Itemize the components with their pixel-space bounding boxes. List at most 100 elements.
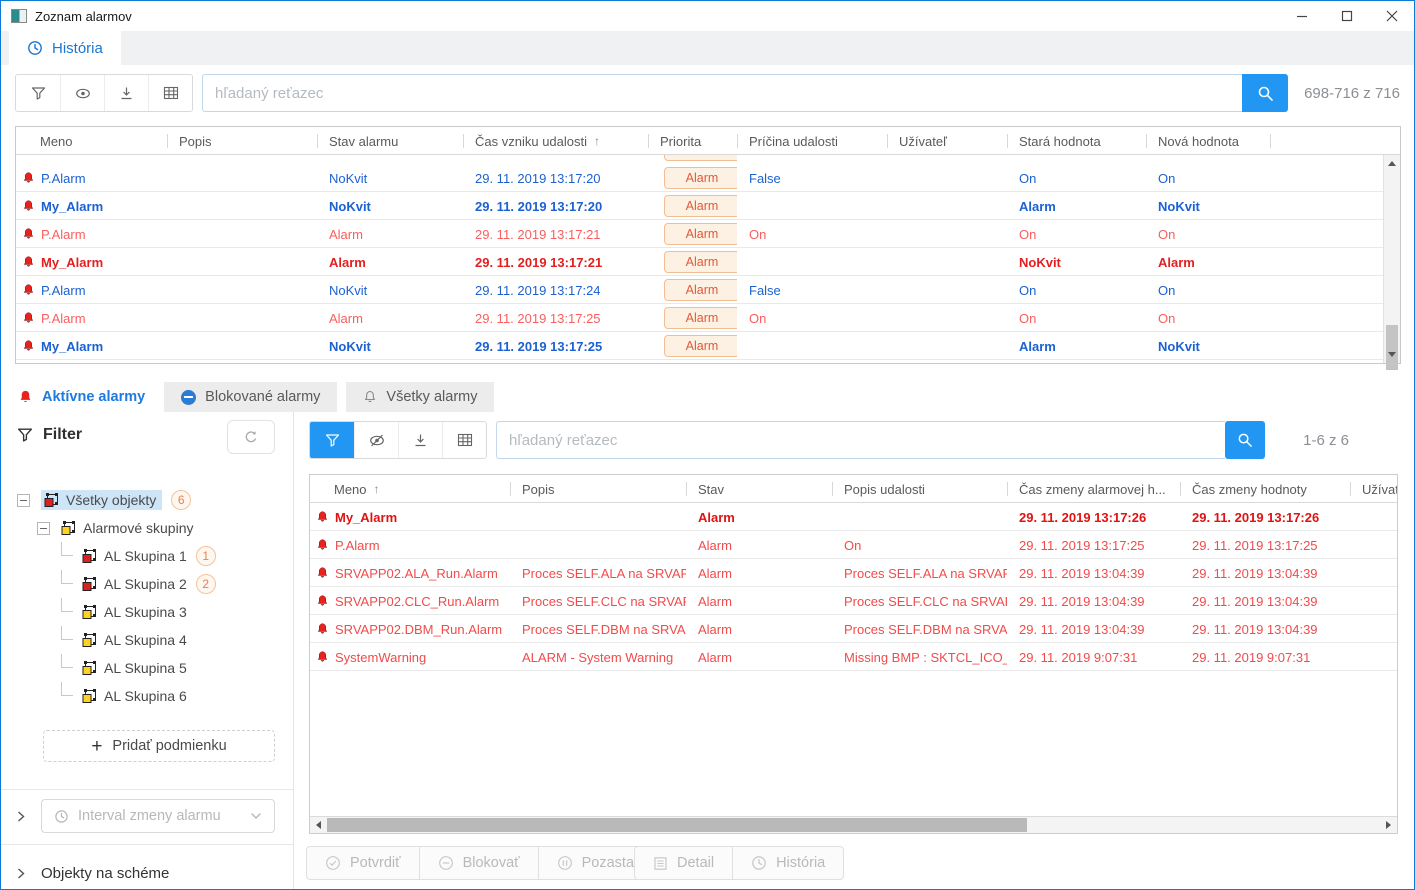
priority-badge: Alarm [664, 195, 737, 217]
confirm-button[interactable]: Potvrdiť [306, 846, 420, 880]
cell: Alarm [686, 531, 832, 559]
filter-button[interactable] [16, 75, 60, 111]
alarm-bell-icon [316, 538, 329, 552]
tree-item-al-skupina-5[interactable]: AL Skupina 5 [1, 654, 293, 682]
visibility-button[interactable] [60, 75, 104, 111]
hide-button[interactable] [354, 422, 398, 458]
column-header[interactable]: Príčina udalosti [737, 127, 887, 155]
tab-blocked-alarms[interactable]: Blokované alarmy [164, 382, 337, 412]
maximize-icon [1341, 10, 1353, 22]
cell [167, 304, 317, 332]
column-header[interactable]: Popis [510, 475, 686, 503]
sort-ascending-icon: ↑ [374, 482, 380, 496]
scroll-up-arrow[interactable] [1384, 155, 1400, 171]
cell [1146, 155, 1270, 164]
tree-item-all-objects[interactable]: Všetky objekty6 [1, 486, 293, 514]
column-header[interactable]: Priorita [648, 127, 737, 155]
interval-dropdown[interactable]: Interval zmeny alarmu [41, 799, 275, 833]
active-alarm-row[interactable]: P.AlarmAlarmOn29. 11. 2019 13:17:2529. 1… [310, 531, 1397, 559]
history-search-button[interactable] [1242, 74, 1288, 112]
history-row[interactable]: P.AlarmNoKvit29. 11. 2019 13:17:24AlarmF… [16, 276, 1383, 304]
objects-on-scheme-section[interactable]: Objekty na schéme [1, 858, 293, 888]
alarm-list-window: Zoznam alarmov História [0, 0, 1415, 890]
history-search-input[interactable] [202, 74, 1242, 112]
table-grid-icon [163, 86, 179, 100]
history-row[interactable]: Alarm [16, 155, 1383, 164]
filter-button-active[interactable] [310, 422, 354, 458]
columns-button[interactable] [442, 422, 486, 458]
cell [1270, 332, 1383, 360]
column-header[interactable]: Meno↑ [310, 475, 510, 503]
column-header[interactable]: Meno [16, 127, 167, 155]
history-row[interactable]: P.AlarmAlarm29. 11. 2019 13:17:21AlarmOn… [16, 220, 1383, 248]
column-header[interactable]: Čas vzniku udalosti↑ [463, 127, 648, 155]
column-header[interactable]: Stará hodnota [1007, 127, 1146, 155]
expand-chevron[interactable] [1, 810, 41, 823]
tree-item-al-skupina-3[interactable]: AL Skupina 3 [1, 598, 293, 626]
close-button[interactable] [1369, 1, 1414, 31]
cell: Alarm [648, 220, 737, 248]
block-circle-icon [181, 390, 196, 405]
tree-item-al-skupina-6[interactable]: AL Skupina 6 [1, 682, 293, 710]
tab-historia[interactable]: História [9, 31, 121, 65]
active-alarm-row[interactable]: SRVAPP02.DBM_Run.AlarmProces SELF.DBM na… [310, 615, 1397, 643]
minimize-button[interactable] [1279, 1, 1324, 31]
tab-active-alarms[interactable]: Aktívne alarmy [1, 382, 162, 412]
cell [832, 503, 1007, 531]
cell: 29. 11. 2019 13:17:25 [1007, 531, 1180, 559]
history-vertical-scrollbar[interactable] [1383, 155, 1400, 363]
add-condition-label: Pridať podmienku [112, 738, 226, 754]
cell: On [1146, 304, 1270, 332]
active-alarm-row[interactable]: SystemWarningALARM - System WarningAlarm… [310, 643, 1397, 671]
scroll-right-arrow[interactable] [1381, 817, 1397, 833]
tree-expander[interactable] [17, 494, 30, 507]
column-header[interactable]: Nová hodnota [1146, 127, 1270, 155]
horizontal-scrollbar[interactable] [310, 816, 1397, 833]
scrollbar-thumb[interactable] [327, 818, 1027, 832]
cell: Alarm [648, 248, 737, 276]
history-row[interactable]: P.AlarmAlarm29. 11. 2019 13:17:25AlarmOn… [16, 304, 1383, 332]
active-alarm-row[interactable]: SRVAPP02.ALA_Run.AlarmProces SELF.ALA na… [310, 559, 1397, 587]
cell: 29. 11. 2019 13:17:25 [463, 332, 648, 360]
column-header[interactable]: Stav [686, 475, 832, 503]
tree-item-al-skupina-1[interactable]: AL Skupina 11 [1, 542, 293, 570]
scroll-down-arrow[interactable] [1384, 347, 1400, 363]
columns-button[interactable] [148, 75, 192, 111]
active-alarm-row[interactable]: My_AlarmAlarm29. 11. 2019 13:17:2629. 11… [310, 503, 1397, 531]
column-header[interactable]: Čas zmeny hodnoty [1180, 475, 1350, 503]
column-header[interactable]: Čas zmeny alarmovej h... [1007, 475, 1180, 503]
tree-item-alarm-groups[interactable]: Alarmové skupiny [1, 514, 293, 542]
tree-expander[interactable] [37, 522, 50, 535]
active-search-button[interactable] [1225, 421, 1265, 459]
tree-item-al-skupina-4[interactable]: AL Skupina 4 [1, 626, 293, 654]
history-button[interactable]: História [732, 846, 844, 880]
active-search-input[interactable] [496, 421, 1225, 459]
active-alarm-row[interactable]: SRVAPP02.CLC_Run.AlarmProces SELF.CLC na… [310, 587, 1397, 615]
detail-button[interactable]: Detail [634, 846, 733, 880]
tab-all-alarms[interactable]: Všetky alarmy [346, 382, 494, 412]
titlebar: Zoznam alarmov [1, 1, 1414, 31]
column-header[interactable]: Užívateľ [887, 127, 1007, 155]
block-button[interactable]: Blokovať [419, 846, 539, 880]
column-header[interactable] [1270, 127, 1400, 155]
expand-chevron[interactable] [1, 867, 41, 880]
tree-item-al-skupina-2[interactable]: AL Skupina 22 [1, 570, 293, 598]
add-condition-button[interactable]: + Pridať podmienku [43, 730, 275, 762]
cell: Alarm [686, 643, 832, 671]
scroll-left-arrow[interactable] [310, 817, 326, 833]
history-row[interactable]: P.AlarmNoKvit29. 11. 2019 13:17:20AlarmF… [16, 164, 1383, 192]
history-row[interactable]: My_AlarmNoKvit29. 11. 2019 13:17:20Alarm… [16, 192, 1383, 220]
column-header[interactable]: Popis udalosti [832, 475, 1007, 503]
column-header[interactable]: Užívateľ [1350, 475, 1397, 503]
history-row[interactable]: My_AlarmAlarm29. 11. 2019 13:17:21AlarmN… [16, 248, 1383, 276]
column-header[interactable]: Popis [167, 127, 317, 155]
cell: Proces SELF.CLC na SRVAP... [510, 587, 686, 615]
cell: P.Alarm [16, 304, 167, 332]
refresh-button[interactable] [227, 420, 275, 454]
history-row[interactable]: My_AlarmNoKvit29. 11. 2019 13:17:25Alarm… [16, 332, 1383, 360]
maximize-button[interactable] [1324, 1, 1369, 31]
column-header-label: Príčina udalosti [749, 134, 838, 149]
export-button[interactable] [104, 75, 148, 111]
export-button[interactable] [398, 422, 442, 458]
column-header[interactable]: Stav alarmu [317, 127, 463, 155]
